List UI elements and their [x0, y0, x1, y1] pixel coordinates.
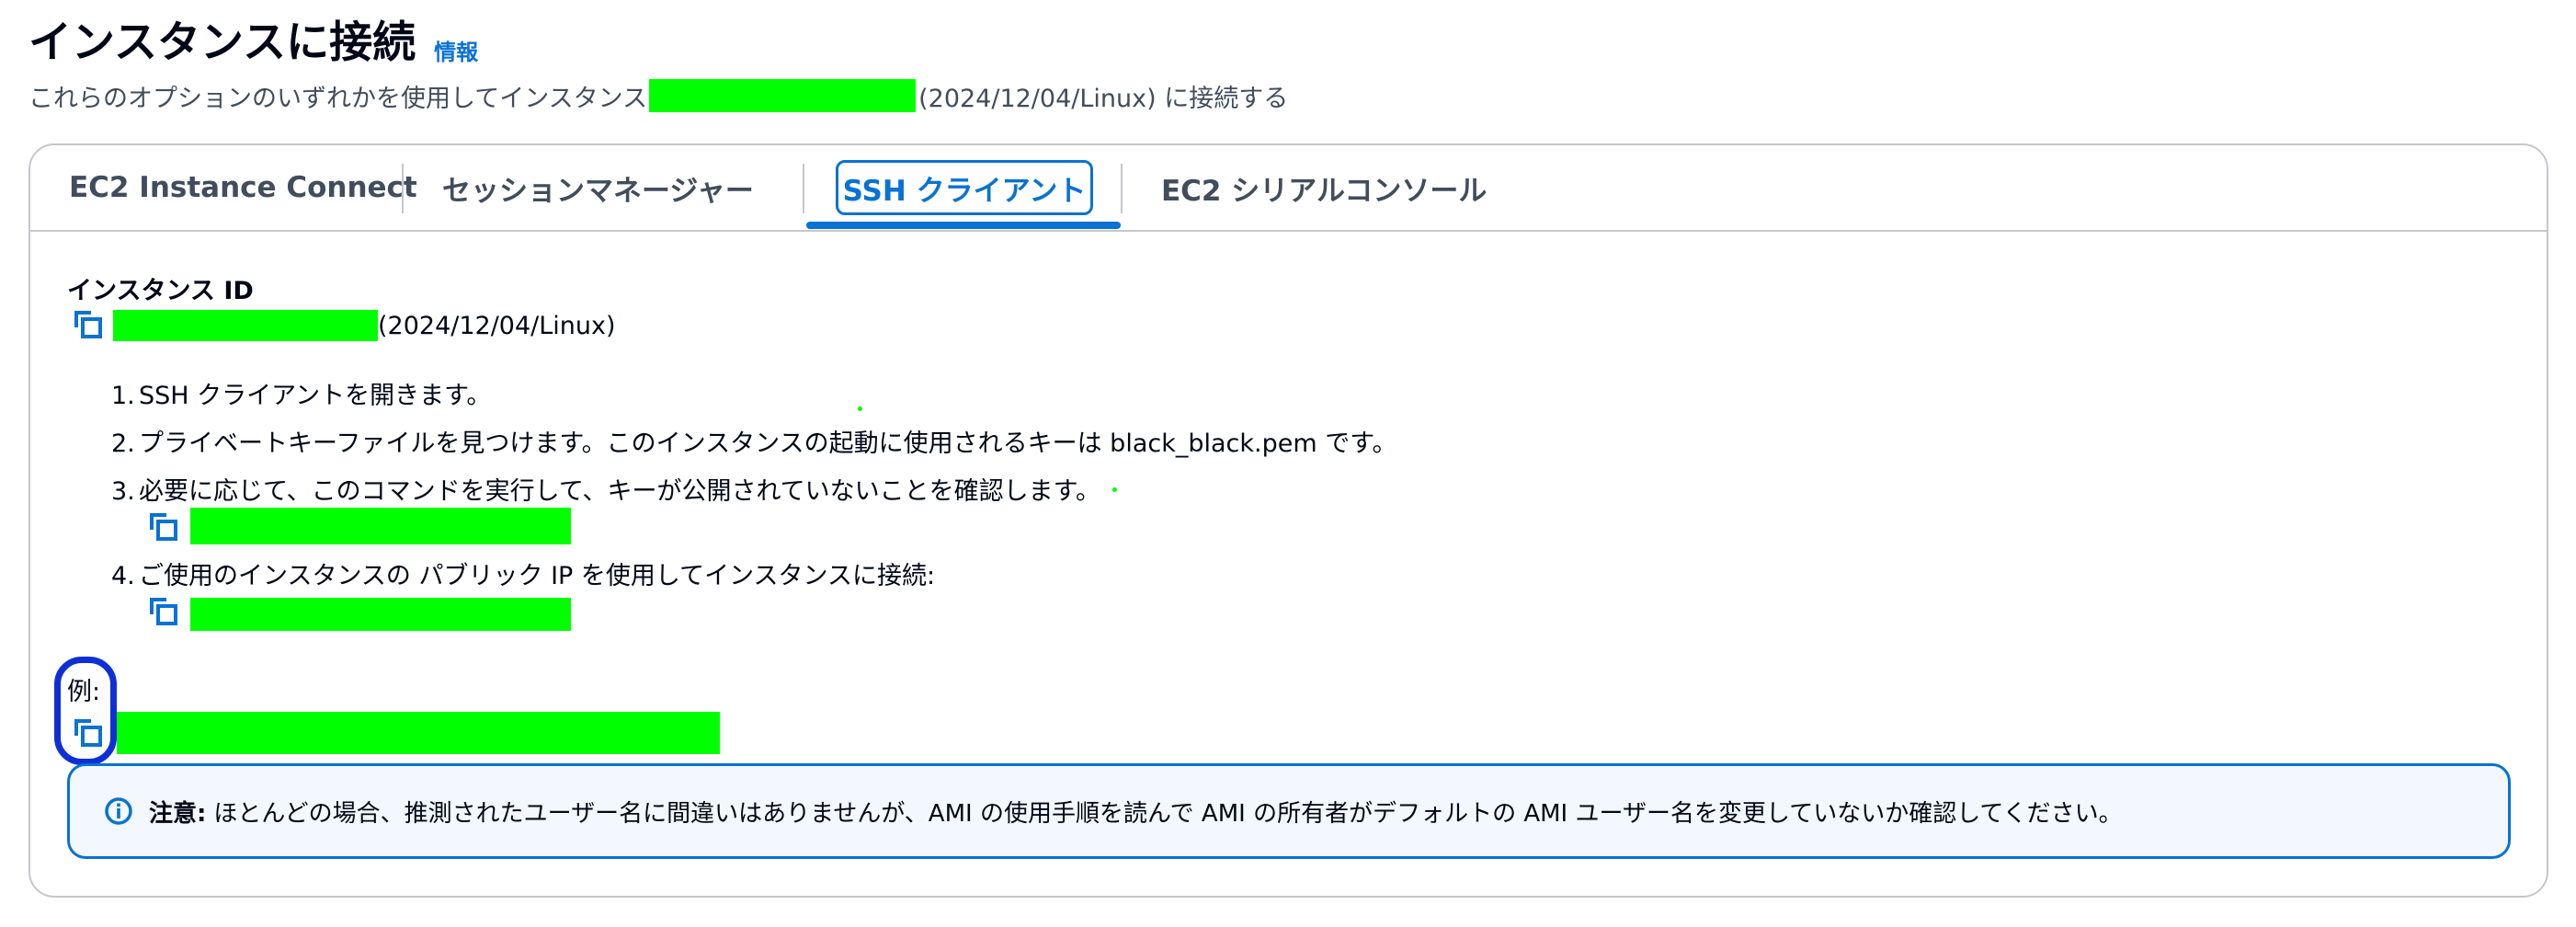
tab-ssh-client[interactable]: SSH クライアント [836, 160, 1093, 215]
copy-icon[interactable] [71, 307, 104, 340]
copy-icon[interactable] [146, 594, 179, 627]
page-subtitle: これらのオプションのいずれかを使用してインスタンス (2024/12/04/Li… [28, 75, 1288, 116]
tab-divider [402, 164, 404, 213]
redacted-instance-id [649, 79, 917, 112]
tab-ec2-instance-connect[interactable]: EC2 Instance Connect [69, 160, 417, 215]
page-title: インスタンスに接続 [28, 17, 416, 68]
step-item: 1. SSH クライアントを開きます。 [111, 382, 492, 410]
info-icon [103, 795, 134, 827]
active-tab-indicator [806, 222, 1121, 229]
tab-ec2-serial-console[interactable]: EC2 シリアルコンソール [1161, 160, 1487, 215]
connect-instance-page: インスタンスに接続 情報 これらのオプションのいずれかを使用してインスタンス (… [0, 0, 2576, 927]
focus-ring [54, 657, 117, 765]
tab-session-manager[interactable]: セッションマネージャー [442, 160, 754, 215]
tab-divider [1121, 164, 1123, 213]
redacted-instance-id [113, 310, 378, 341]
tab-divider [803, 164, 804, 213]
copy-icon[interactable] [71, 715, 104, 749]
subtitle-prefix: これらのオプションのいずれかを使用してインスタンス [28, 84, 648, 113]
alert-text: ほとんどの場合、推測されたユーザー名に間違いはありませんが、AMI の使用手順を… [213, 799, 2123, 828]
subtitle-suffix: (2024/12/04/Linux) に接続する [918, 84, 1289, 113]
copy-icon[interactable] [146, 509, 179, 543]
stray-dot [1112, 487, 1117, 492]
redacted-command [190, 508, 571, 544]
stray-dot [858, 406, 862, 411]
step-item: 3. 必要に応じて、このコマンドを実行して、キーが公開されていないことを確認します… [111, 477, 1100, 506]
instance-id-label: インスタンス ID [67, 277, 254, 305]
info-alert: 注意: ほとんどの場合、推測されたユーザー名に間違いはありませんが、AMI の使… [67, 763, 2511, 859]
info-link[interactable]: 情報 [434, 34, 478, 66]
step-item: 2. プライベートキーファイルを見つけます。このインスタンスの起動に使用されるキー… [111, 429, 1397, 458]
redacted-command [190, 598, 571, 631]
redacted-example-command [117, 712, 720, 754]
alert-title: 注意: [149, 799, 207, 828]
step-item: 4. ご使用のインスタンスの パブリック IP を使用してインスタンスに接続: [111, 562, 936, 590]
connect-options-panel: EC2 Instance Connect セッションマネージャー SSH クライ… [28, 143, 2548, 898]
title-row: インスタンスに接続 情報 [28, 13, 478, 74]
instance-id-suffix: (2024/12/04/Linux) [378, 311, 616, 340]
tab-bar: EC2 Instance Connect セッションマネージャー SSH クライ… [30, 145, 2547, 232]
instance-id-row: (2024/12/04/Linux) [113, 307, 616, 344]
